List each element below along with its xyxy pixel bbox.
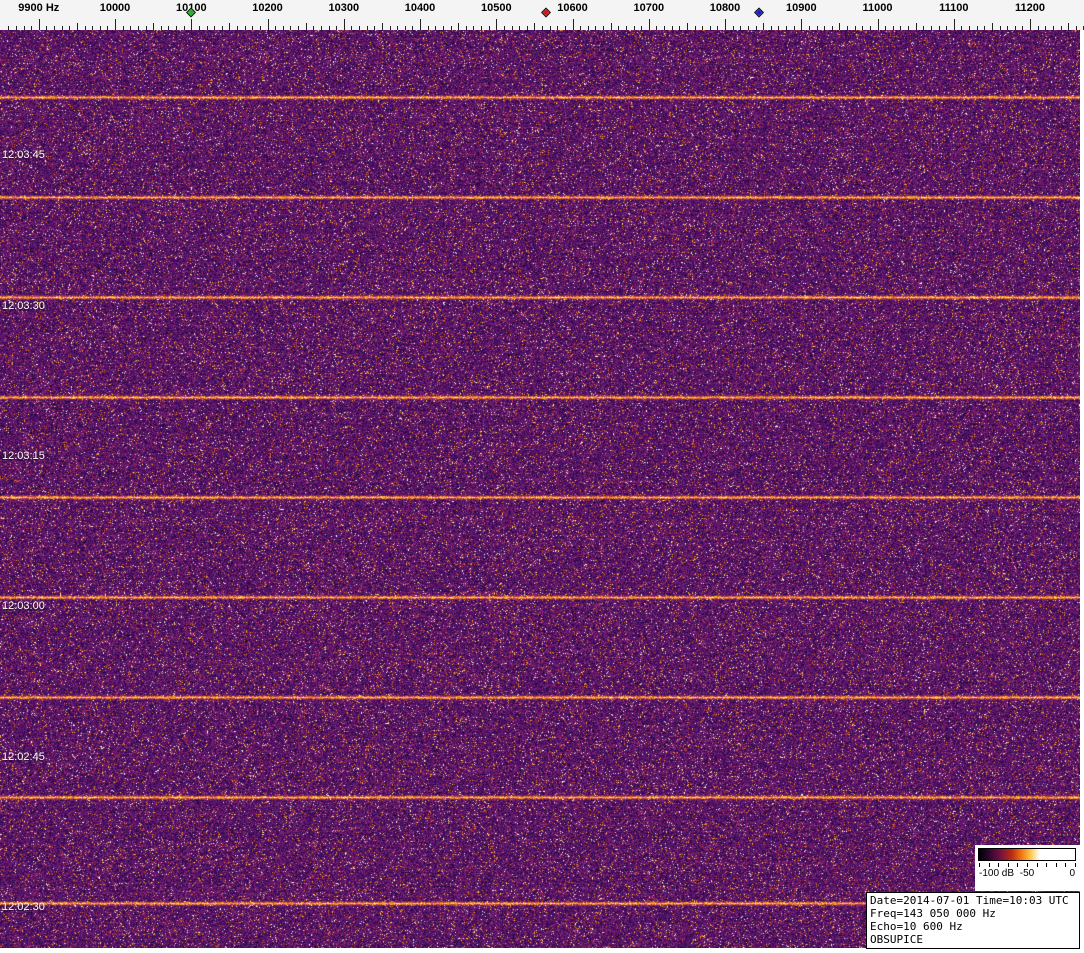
freq-tick [229, 23, 230, 30]
marker-diamond-blue[interactable] [754, 8, 764, 18]
freq-tick [534, 23, 535, 30]
frequency-ruler[interactable]: 9900 Hz100001010010200103001040010500106… [0, 0, 1084, 30]
status-info-box: Date=2014-07-01 Time=10:03 UTC Freq=143 … [866, 892, 1080, 949]
time-label-120315: 12:03:15 [2, 450, 45, 462]
freq-tick [649, 19, 650, 30]
colorbar-tick [1017, 863, 1018, 867]
freq-tick [992, 23, 993, 30]
waterfall-canvas [0, 30, 1080, 948]
freq-tick [611, 23, 612, 30]
freq-label-10400: 10400 [405, 2, 436, 14]
time-label-120345: 12:03:45 [2, 149, 45, 161]
freq-tick [954, 19, 955, 30]
freq-tick [39, 19, 40, 30]
freq-tick [763, 23, 764, 30]
freq-tick [77, 23, 78, 30]
freq-label-10300: 10300 [329, 2, 360, 14]
colorbar-tick [998, 863, 999, 867]
freq-tick [268, 19, 269, 30]
freq-label-11000: 11000 [863, 2, 893, 14]
colorbar-tick [979, 863, 980, 867]
colorbar-tick [1008, 863, 1009, 867]
freq-label-10700: 10700 [634, 2, 665, 14]
waterfall-area: 12:03:45 12:03:30 12:03:15 12:03:00 12:02:45… [0, 30, 1084, 953]
colorbar-ticks [979, 863, 1075, 867]
info-frequency: Freq=143 050 000 Hz [870, 907, 1076, 920]
time-label-120330: 12:03:30 [2, 300, 45, 312]
freq-tick [115, 19, 116, 30]
colorbar-tick [1046, 863, 1047, 867]
freq-tick [496, 19, 497, 30]
freq-label-11100: 11100 [939, 2, 968, 14]
freq-tick [725, 19, 726, 30]
freq-label-9900: 9900 Hz [18, 2, 59, 14]
freq-tick [420, 19, 421, 30]
freq-label-10900: 10900 [786, 2, 817, 14]
time-label-120300: 12:03:00 [2, 600, 45, 612]
time-label-120230: 12:02:30 [2, 901, 45, 913]
info-date-time: Date=2014-07-01 Time=10:03 UTC [870, 894, 1076, 907]
colorbar-label-mid: -50 [1020, 868, 1034, 879]
freq-tick [458, 23, 459, 30]
freq-label-11200: 11200 [1015, 2, 1045, 14]
freq-tick [344, 19, 345, 30]
freq-tick [153, 23, 154, 30]
freq-label-10000: 10000 [100, 2, 131, 14]
freq-label-10600: 10600 [557, 2, 588, 14]
colorbar-gradient [978, 848, 1076, 861]
colorbar-label-max: 0 [1069, 868, 1075, 879]
freq-tick [191, 19, 192, 30]
colorbar-tick [1075, 863, 1076, 867]
freq-tick [916, 23, 917, 30]
colorbar-panel: -100 dB -50 0 [975, 845, 1081, 891]
freq-tick [839, 23, 840, 30]
freq-tick [1068, 23, 1069, 30]
colorbar-labels: -100 dB -50 0 [979, 868, 1075, 881]
freq-label-10500: 10500 [481, 2, 512, 14]
time-label-120245: 12:02:45 [2, 751, 45, 763]
colorbar-tick [1056, 863, 1057, 867]
freq-tick [573, 19, 574, 30]
colorbar-tick [989, 863, 990, 867]
spectrogram-app: 9900 Hz100001010010200103001040010500106… [0, 0, 1084, 953]
colorbar-label-min: -100 dB [979, 868, 1014, 879]
freq-tick [1030, 19, 1031, 30]
freq-tick [878, 19, 879, 30]
freq-tick [801, 19, 802, 30]
freq-label-10800: 10800 [710, 2, 741, 14]
info-station-id: OBSUPICE [870, 933, 1076, 946]
marker-diamond-red[interactable] [541, 8, 551, 18]
freq-label-10200: 10200 [252, 2, 283, 14]
colorbar-tick [1065, 863, 1066, 867]
colorbar-tick [1027, 863, 1028, 867]
info-echo-freq: Echo=10 600 Hz [870, 920, 1076, 933]
freq-tick [306, 23, 307, 30]
freq-tick [687, 23, 688, 30]
colorbar-tick [1037, 863, 1038, 867]
freq-tick [382, 23, 383, 30]
